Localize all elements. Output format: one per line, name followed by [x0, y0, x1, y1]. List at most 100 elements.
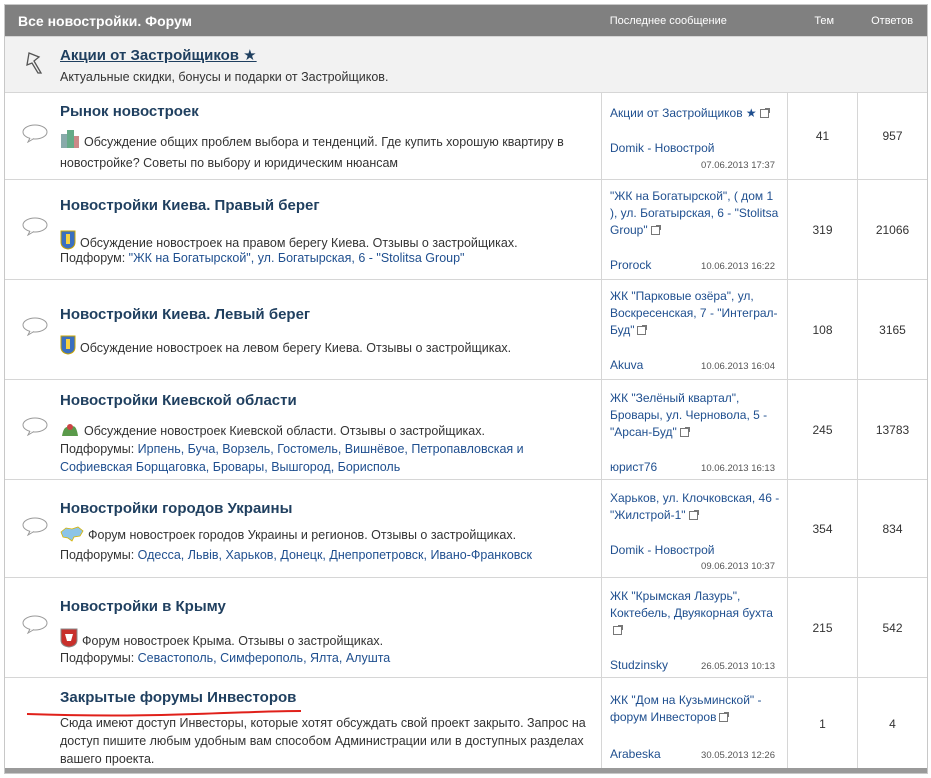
forum-desc-text: Обсуждение новостроек на левом берегу Ки…	[80, 341, 512, 355]
forum-row: Новостройки Киевской области Обсуждение …	[5, 379, 927, 479]
forum-desc: Сюда имеют доступ Инвесторы, которые хот…	[60, 714, 597, 768]
forum-bubble-icon	[22, 615, 48, 634]
last-post-user[interactable]: Akuva	[610, 358, 643, 372]
last-post-user[interactable]: Domik - Новострой	[610, 543, 714, 557]
subforum-link[interactable]: Севастополь, Симферополь, Ялта, Алушта	[138, 651, 391, 665]
forum-bubble-icon	[22, 124, 48, 143]
last-post-link[interactable]: ЖК "Парковые озёра", ул, Воскресенская, …	[610, 288, 781, 339]
last-post-user[interactable]: Arabeska	[610, 747, 661, 761]
replies-count: 3165	[857, 280, 927, 379]
topics-count: 215	[787, 578, 857, 677]
goto-post-icon[interactable]	[679, 427, 690, 437]
forum-bubble-icon	[22, 517, 48, 536]
subforum-link[interactable]: Одесса, Львів, Харьков, Донецк, Днепропе…	[138, 548, 532, 562]
forum-desc-text: Обсуждение новостроек на правом берегу К…	[80, 236, 518, 250]
table-footer-bar	[5, 768, 927, 773]
last-post-title[interactable]: ЖК "Крымская Лазурь", Коктебель, Двуякор…	[610, 589, 773, 620]
col-last-post: Последнее сообщение	[609, 14, 727, 27]
subforums-line: Подфорумы: Ирпень, Буча, Ворзель, Гостом…	[60, 440, 593, 476]
replies-count: 21066	[857, 180, 927, 279]
replies-count: 4	[857, 678, 927, 770]
topics-count: 108	[787, 280, 857, 379]
last-post-title[interactable]: ЖК "Дом на Кузьминской" - форум Инвестор…	[610, 693, 762, 724]
topics-count: 319	[787, 180, 857, 279]
promo-desc: Актуальные скидки, бонусы и подарки от З…	[60, 70, 389, 84]
last-post-date: 10.06.2013 16:22	[701, 261, 775, 272]
goto-post-icon[interactable]	[759, 108, 770, 118]
last-post-date: 10.06.2013 16:04	[701, 361, 775, 372]
forum-desc-text: Обсуждение общих проблем выбора и тенден…	[60, 135, 564, 170]
last-post-title[interactable]: ЖК "Парковые озёра", ул, Воскресенская, …	[610, 289, 778, 337]
topics-count: 1	[787, 678, 857, 770]
forum-table: Все новостройки. Форум Последнее сообщен…	[4, 4, 928, 774]
forum-title[interactable]: Рынок новостроек	[60, 103, 199, 120]
last-post-link[interactable]: "ЖК на Богатырской", ( дом 1 ), ул. Бога…	[610, 188, 781, 239]
goto-post-icon[interactable]	[613, 625, 623, 635]
forum-row: Новостройки Киева. Левый берег Обсуждени…	[5, 279, 927, 379]
forum-title[interactable]: Новостройки Киева. Правый берег	[60, 197, 320, 214]
last-post-link[interactable]: Харьков, ул. Клочковская, 46 - "Жилстрой…	[610, 490, 781, 524]
last-post-date: 10.06.2013 16:13	[701, 463, 775, 474]
goto-post-icon[interactable]	[637, 325, 648, 335]
subforum-label: Подфорумы:	[60, 651, 135, 665]
last-post-user[interactable]: Prorock	[610, 258, 651, 272]
forum-title[interactable]: Новостройки Киевской области	[60, 392, 297, 409]
subforum-label: Подфорумы:	[60, 548, 135, 562]
subforum-label: Подфорумы:	[60, 442, 135, 456]
forum-row: Новостройки городов Украины Форум новост…	[5, 479, 927, 577]
forum-title[interactable]: Новостройки городов Украины	[60, 500, 292, 517]
last-post-link[interactable]: ЖК "Крымская Лазурь", Коктебель, Двуякор…	[610, 588, 781, 639]
city-buildings-icon	[60, 129, 80, 154]
forum-bubble-icon	[22, 217, 48, 236]
subforums-line: Подфорум: "ЖК на Богатырской", ул. Богат…	[60, 249, 593, 267]
last-post-date: 07.06.2013 17:37	[701, 160, 775, 171]
forum-bubble-icon	[22, 417, 48, 436]
forum-title[interactable]: Новостройки Киева. Левый берег	[60, 306, 310, 323]
promo-title[interactable]: Акции от Застройщиков ★	[60, 46, 257, 64]
last-post-date: 30.05.2013 12:26	[701, 750, 775, 761]
ukraine-map-icon	[60, 526, 84, 547]
last-post-date: 26.05.2013 10:13	[701, 661, 775, 672]
last-post-link[interactable]: ЖК "Зелёный квартал", Бровары, ул. Черно…	[610, 390, 781, 441]
topics-count: 354	[787, 480, 857, 577]
subforums-line: Подфорумы: Севастополь, Симферополь, Ялт…	[60, 649, 593, 667]
promo-row: Акции от Застройщиков ★ Актуальные скидк…	[5, 36, 927, 92]
goto-post-icon[interactable]	[650, 225, 661, 235]
subforums-line: Подфорумы: Одесса, Львів, Харьков, Донец…	[60, 546, 593, 564]
forum-row: Рынок новостроек Обсуждение общих пробле…	[5, 92, 927, 179]
subforum-label: Подфорум:	[60, 251, 126, 265]
subforum-link[interactable]: "ЖК на Богатырской", ул. Богатырская, 6 …	[129, 251, 465, 265]
col-replies: Ответов	[871, 14, 914, 27]
goto-post-icon[interactable]	[719, 712, 730, 722]
goto-post-icon[interactable]	[688, 510, 699, 520]
forum-desc: Обсуждение общих проблем выбора и тенден…	[60, 129, 597, 172]
last-post-title[interactable]: Акции от Застройщиков ★	[610, 106, 757, 120]
forum-bubble-icon	[22, 317, 48, 336]
forum-desc: Обсуждение новостроек на левом берегу Ки…	[60, 335, 597, 360]
forum-row: Новостройки в Крыму Форум новостроек Кры…	[5, 577, 927, 677]
last-post-date: 09.06.2013 10:37	[701, 561, 775, 572]
forum-section-title: Все новостройки. Форум	[18, 12, 192, 29]
last-post-user[interactable]: Studzinsky	[610, 658, 668, 672]
last-post-user[interactable]: Domik - Новострой	[610, 141, 714, 155]
forum-desc-text: Форум новостроек Крыма. Отзывы о застрой…	[82, 634, 384, 648]
topics-count: 245	[787, 380, 857, 479]
pushpin-icon	[26, 52, 43, 74]
last-post-user[interactable]: юрист76	[610, 460, 657, 474]
last-post-link[interactable]: Акции от Застройщиков ★	[610, 105, 781, 122]
forum-title[interactable]: Закрытые форумы Инвесторов	[60, 689, 296, 706]
replies-count: 542	[857, 578, 927, 677]
last-post-title[interactable]: "ЖК на Богатырской", ( дом 1 ), ул. Бога…	[610, 189, 778, 237]
last-post-link[interactable]: ЖК "Дом на Кузьминской" - форум Инвестор…	[610, 692, 781, 726]
kyiv-coat-of-arms-icon	[60, 335, 76, 360]
topics-count: 41	[787, 93, 857, 179]
forum-title[interactable]: Новостройки в Крыму	[60, 598, 226, 615]
forum-desc-text: Форум новостроек городов Украины и регио…	[88, 528, 517, 542]
forum-desc-text: Обсуждение новостроек Киевской области. …	[84, 424, 485, 438]
forum-desc: Форум новостроек городов Украины и регио…	[60, 526, 597, 547]
replies-count: 834	[857, 480, 927, 577]
replies-count: 13783	[857, 380, 927, 479]
forum-row: Новостройки Киева. Правый берег Обсужден…	[5, 179, 927, 279]
forum-row: Закрытые форумы Инвесторов Сюда имеют до…	[5, 677, 927, 770]
forum-desc-text: Сюда имеют доступ Инвесторы, которые хот…	[60, 716, 586, 766]
